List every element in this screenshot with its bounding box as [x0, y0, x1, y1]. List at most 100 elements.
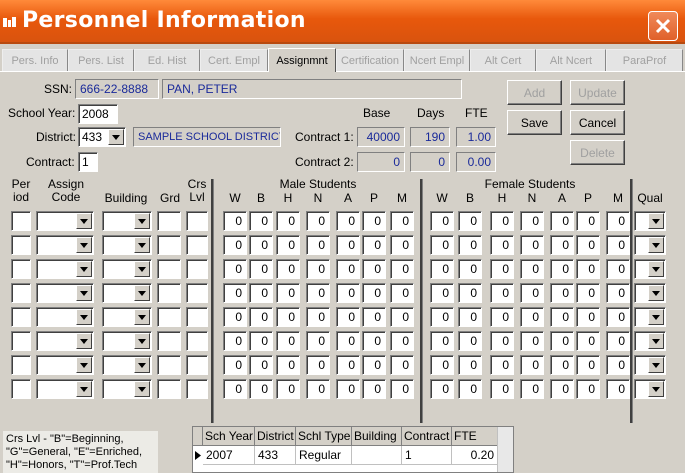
female-count-input[interactable]: 0 — [520, 259, 544, 279]
male-count-input[interactable]: 0 — [276, 331, 300, 351]
dropdown-arrow-icon[interactable] — [76, 381, 92, 397]
male-count-input[interactable]: 0 — [390, 259, 414, 279]
male-count-input[interactable]: 0 — [362, 235, 386, 255]
female-count-input[interactable]: 0 — [430, 355, 454, 375]
school-year-input[interactable]: 2008 — [78, 104, 118, 124]
male-count-input[interactable]: 0 — [390, 355, 414, 375]
male-count-input[interactable]: 0 — [223, 235, 247, 255]
male-count-input[interactable]: 0 — [306, 355, 330, 375]
dropdown-arrow-icon[interactable] — [134, 309, 150, 325]
tab-assignment[interactable]: Assignmnt — [268, 48, 336, 72]
dropdown-arrow-icon[interactable] — [648, 357, 664, 373]
female-count-input[interactable]: 0 — [550, 331, 574, 351]
male-count-input[interactable]: 0 — [276, 307, 300, 327]
crs-lvl-input[interactable] — [186, 355, 208, 375]
assignment-history-table[interactable]: Sch Year District Schl Type Building Con… — [192, 426, 514, 473]
male-count-input[interactable]: 0 — [390, 331, 414, 351]
grade-input[interactable] — [157, 259, 181, 279]
male-count-input[interactable]: 0 — [336, 283, 360, 303]
female-count-input[interactable]: 0 — [520, 283, 544, 303]
female-count-input[interactable]: 0 — [576, 235, 600, 255]
male-count-input[interactable]: 0 — [306, 283, 330, 303]
female-count-input[interactable]: 0 — [430, 307, 454, 327]
male-count-input[interactable]: 0 — [306, 331, 330, 351]
female-count-input[interactable]: 0 — [490, 259, 514, 279]
grade-input[interactable] — [157, 355, 181, 375]
tab-pers-info[interactable]: Pers. Info — [2, 49, 68, 71]
dropdown-arrow-icon[interactable] — [76, 309, 92, 325]
female-count-input[interactable]: 0 — [550, 235, 574, 255]
female-count-input[interactable]: 0 — [430, 235, 454, 255]
crs-lvl-input[interactable] — [186, 235, 208, 255]
male-count-input[interactable]: 0 — [223, 355, 247, 375]
dropdown-arrow-icon[interactable] — [134, 381, 150, 397]
crs-lvl-input[interactable] — [186, 259, 208, 279]
male-count-input[interactable]: 0 — [306, 235, 330, 255]
male-count-input[interactable]: 0 — [336, 379, 360, 399]
dropdown-arrow-icon[interactable] — [648, 285, 664, 301]
male-count-input[interactable]: 0 — [306, 211, 330, 231]
dropdown-arrow-icon[interactable] — [134, 357, 150, 373]
qual-select[interactable] — [634, 235, 666, 255]
building-select[interactable] — [102, 379, 152, 399]
male-count-input[interactable]: 0 — [276, 235, 300, 255]
district-select[interactable]: 433 — [78, 127, 126, 147]
male-count-input[interactable]: 0 — [336, 235, 360, 255]
male-count-input[interactable]: 0 — [306, 307, 330, 327]
dropdown-arrow-icon[interactable] — [76, 357, 92, 373]
assign-code-select[interactable] — [36, 355, 94, 375]
tab-ncert-empl[interactable]: Ncert Empl — [404, 49, 470, 71]
dropdown-arrow-icon[interactable] — [648, 309, 664, 325]
tab-pers-list[interactable]: Pers. List — [68, 49, 134, 71]
dropdown-arrow-icon[interactable] — [76, 213, 92, 229]
male-count-input[interactable]: 0 — [362, 211, 386, 231]
tab-cert-empl[interactable]: Cert. Empl — [200, 49, 268, 71]
female-count-input[interactable]: 0 — [550, 379, 574, 399]
crs-lvl-input[interactable] — [186, 283, 208, 303]
table-scrollbar[interactable] — [497, 427, 513, 472]
male-count-input[interactable]: 0 — [223, 331, 247, 351]
male-count-input[interactable]: 0 — [276, 379, 300, 399]
building-select[interactable] — [102, 211, 152, 231]
male-count-input[interactable]: 0 — [249, 307, 273, 327]
female-count-input[interactable]: 0 — [576, 259, 600, 279]
female-count-input[interactable]: 0 — [490, 235, 514, 255]
female-count-input[interactable]: 0 — [576, 283, 600, 303]
female-count-input[interactable]: 0 — [606, 259, 630, 279]
delete-button[interactable]: Delete — [570, 140, 625, 165]
male-count-input[interactable]: 0 — [276, 355, 300, 375]
table-cell[interactable]: 1 — [402, 446, 452, 465]
dropdown-arrow-icon[interactable] — [134, 237, 150, 253]
female-count-input[interactable]: 0 — [458, 307, 482, 327]
qual-select[interactable] — [634, 259, 666, 279]
female-count-input[interactable]: 0 — [576, 379, 600, 399]
female-count-input[interactable]: 0 — [606, 379, 630, 399]
period-input[interactable] — [11, 355, 31, 375]
qual-select[interactable] — [634, 307, 666, 327]
update-button[interactable]: Update — [570, 80, 625, 105]
period-input[interactable] — [11, 235, 31, 255]
female-count-input[interactable]: 0 — [520, 307, 544, 327]
male-count-input[interactable]: 0 — [362, 307, 386, 327]
female-count-input[interactable]: 0 — [458, 355, 482, 375]
qual-select[interactable] — [634, 355, 666, 375]
table-cell[interactable]: Regular — [296, 446, 352, 465]
tab-paraprof[interactable]: ParaProf — [606, 49, 683, 71]
male-count-input[interactable]: 0 — [362, 379, 386, 399]
tab-certification[interactable]: Certification — [336, 49, 404, 71]
male-count-input[interactable]: 0 — [336, 211, 360, 231]
dropdown-arrow-icon[interactable] — [134, 333, 150, 349]
grade-input[interactable] — [157, 211, 181, 231]
female-count-input[interactable]: 0 — [520, 331, 544, 351]
female-count-input[interactable]: 0 — [430, 283, 454, 303]
female-count-input[interactable]: 0 — [490, 379, 514, 399]
assign-code-select[interactable] — [36, 211, 94, 231]
female-count-input[interactable]: 0 — [550, 211, 574, 231]
male-count-input[interactable]: 0 — [249, 235, 273, 255]
dropdown-arrow-icon[interactable] — [76, 261, 92, 277]
female-count-input[interactable]: 0 — [576, 211, 600, 231]
building-select[interactable] — [102, 235, 152, 255]
assign-code-select[interactable] — [36, 307, 94, 327]
qual-select[interactable] — [634, 283, 666, 303]
building-select[interactable] — [102, 331, 152, 351]
